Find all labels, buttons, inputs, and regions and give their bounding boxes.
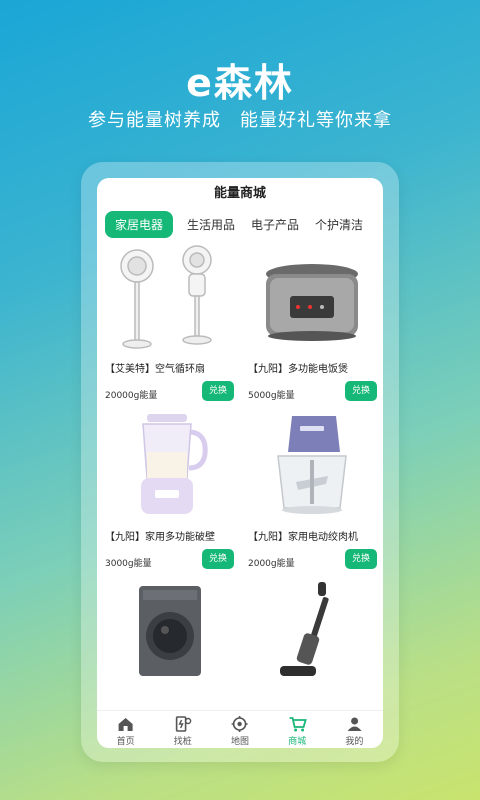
nav-mall[interactable]: 商城 [269, 711, 326, 748]
product-points: 20000g能量 [105, 391, 158, 401]
meat-grinder-image [277, 416, 347, 514]
redeem-button[interactable]: 兑换 [345, 549, 377, 569]
phone-screen: 能量商城 家居电器 生活用品 电子产品 个护清洁 【艾美特】空气循环扇 2000… [97, 178, 383, 748]
rice-cooker-image [266, 264, 358, 341]
nav-profile[interactable]: 我的 [326, 711, 383, 748]
product-points: 3000g能量 [105, 559, 152, 569]
hero-title: e森林 [186, 61, 294, 105]
location-icon [232, 716, 249, 732]
tab-electronics[interactable]: 电子产品 [251, 216, 299, 233]
nav-find-charger[interactable]: 找桩 [154, 711, 211, 748]
nav-find-charger-label: 找桩 [173, 737, 192, 747]
product-name: 【九阳】家用多功能破壁 [105, 532, 215, 543]
home-icon [118, 718, 133, 731]
redeem-button[interactable]: 兑换 [202, 381, 234, 401]
person-icon [347, 717, 362, 731]
blender-image [141, 414, 208, 514]
nav-map-label: 地图 [231, 737, 250, 747]
washing-machine-image [139, 586, 201, 676]
charger-icon [176, 716, 192, 732]
product-card[interactable]: 【艾美特】空气循环扇 20000g能量 兑换 [97, 244, 240, 412]
tab-personal-care[interactable]: 个护清洁 [315, 216, 363, 233]
nav-map[interactable]: 地图 [211, 711, 268, 748]
product-points: 5000g能量 [248, 391, 295, 401]
product-points: 2000g能量 [248, 559, 295, 569]
product-name: 【九阳】多功能电饭煲 [248, 364, 348, 375]
floor-washer-image [280, 582, 329, 676]
category-tabs: 家居电器 生活用品 电子产品 个护清洁 [97, 210, 383, 238]
product-grid: 【艾美特】空气循环扇 20000g能量 兑换 【九阳】多功能电饭煲 5000g能… [97, 238, 383, 748]
nav-mall-label: 商城 [288, 737, 307, 747]
nav-home[interactable]: 首页 [97, 711, 154, 748]
product-card[interactable]: 【九阳】多功能电饭煲 5000g能量 兑换 [240, 244, 383, 412]
product-card[interactable]: 【九阳】家用多功能破壁 3000g能量 兑换 [97, 412, 240, 580]
redeem-button[interactable]: 兑换 [345, 381, 377, 401]
hero-subtitle: 参与能量树养成 能量好礼等你来拿 [88, 110, 392, 131]
redeem-button[interactable]: 兑换 [202, 549, 234, 569]
product-card[interactable]: 【九阳】家用电动绞肉机 2000g能量 兑换 [240, 412, 383, 580]
tab-daily-goods[interactable]: 生活用品 [187, 216, 235, 233]
product-name: 【艾美特】空气循环扇 [105, 364, 205, 375]
cart-icon [289, 717, 307, 732]
nav-home-label: 首页 [116, 737, 135, 747]
nav-profile-label: 我的 [345, 737, 364, 747]
tab-home-appliances[interactable]: 家居电器 [105, 210, 174, 238]
page-title: 能量商城 [213, 186, 266, 201]
product-name: 【九阳】家用电动绞肉机 [248, 532, 358, 543]
fan-image [120, 245, 212, 349]
bottom-nav: 首页 找桩 地图 商城 我的 [97, 710, 383, 748]
